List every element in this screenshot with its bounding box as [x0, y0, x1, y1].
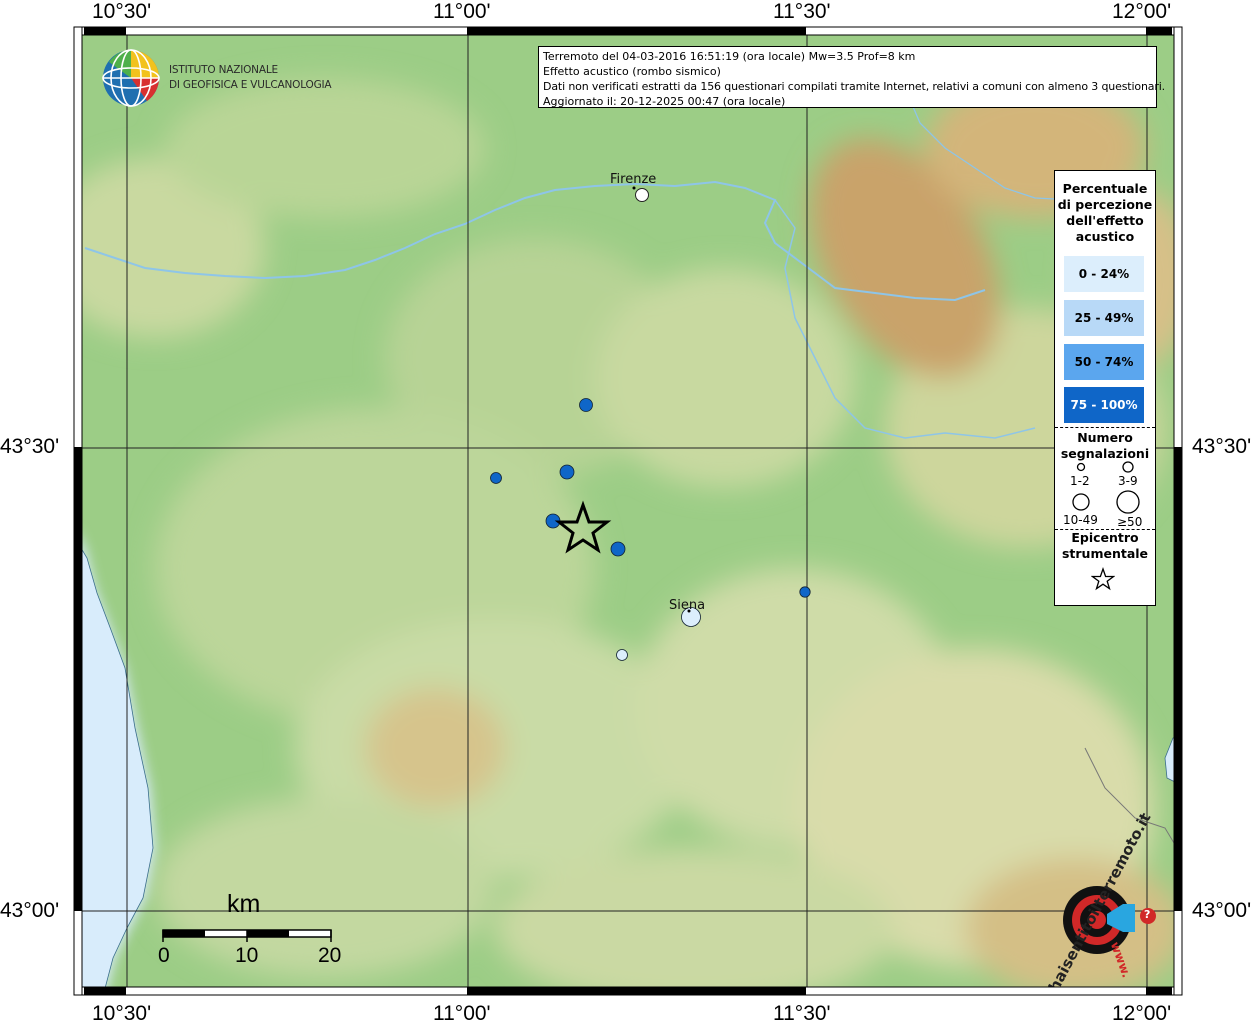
lon-top-1030: 10°30' — [92, 0, 152, 23]
legend-count-1-2: 1-2 — [1070, 474, 1090, 488]
brand-badge[interactable]: haisentitoilterremoto.it www. ? — [1035, 810, 1165, 994]
lon-bottom-1130: 11°30' — [773, 1002, 831, 1025]
lon-top-1200: 12°00' — [1112, 0, 1172, 23]
legend-title-line: acustico — [1075, 229, 1135, 244]
lon-top-1130: 11°30' — [773, 0, 831, 23]
legend-title-line: dell'effetto — [1066, 213, 1144, 228]
event-info-line2: Effetto acustico (rombo sismico) — [543, 65, 721, 78]
scale-title: km — [227, 890, 261, 918]
lon-top-1100: 11°00' — [433, 0, 491, 23]
event-info-box: Terremoto del 04-03-2016 16:51:19 (ora l… — [538, 46, 1165, 108]
lat-right-4300: 43°00' — [1192, 899, 1252, 922]
brand-question-mark: ? — [1144, 908, 1151, 921]
legend-bin-label: 75 - 100% — [1070, 398, 1138, 412]
lat-left-4300: 43°00' — [0, 899, 60, 922]
observation-point[interactable] — [610, 541, 626, 557]
ingv-logo: ISTITUTO NAZIONALE DI GEOFISICA E VULCAN… — [101, 48, 341, 108]
legend-epicenter-title: Epicentro strumentale — [1055, 530, 1155, 562]
map-frame[interactable]: Firenze Siena ISTITUTO NAZIONALE DI GEOF… — [74, 27, 1182, 995]
legend-title: Percentuale di percezione dell'effetto a… — [1055, 181, 1155, 245]
globe-icon — [102, 49, 160, 107]
lat-right-4330: 43°30' — [1192, 435, 1252, 458]
event-info-line1: Terremoto del 04-03-2016 16:51:19 (ora l… — [543, 50, 916, 63]
lon-bottom-1030: 10°30' — [92, 1002, 152, 1025]
observation-point[interactable] — [616, 649, 628, 661]
event-info-line3: Dati non verificati estratti da 156 ques… — [543, 80, 1165, 93]
observation-point[interactable] — [579, 398, 593, 412]
legend-separator — [1055, 427, 1155, 428]
scale-label-10: 10 — [235, 944, 259, 967]
observation-point[interactable] — [559, 464, 575, 480]
legend-star-icon — [1091, 567, 1115, 591]
legend-epicenter-title-line: Epicentro — [1071, 530, 1139, 545]
logo-text-line1: ISTITUTO NAZIONALE — [169, 64, 278, 76]
scale-label-20: 20 — [318, 944, 342, 967]
city-marker-firenze — [635, 188, 649, 202]
observation-point[interactable] — [799, 586, 811, 598]
legend-bin-25-49: 25 - 49% — [1064, 300, 1144, 336]
observation-point[interactable] — [490, 472, 502, 484]
legend-title-line: Percentuale — [1062, 181, 1148, 196]
legend-count-3-9: 3-9 — [1118, 474, 1138, 488]
legend: Percentuale di percezione dell'effetto a… — [1054, 170, 1156, 606]
legend-title-line: di percezione — [1057, 197, 1153, 212]
legend-epicenter-title-line: strumentale — [1061, 546, 1149, 561]
city-label-siena: Siena — [669, 598, 706, 613]
legend-count-50-plus: ≥50 — [1117, 515, 1143, 529]
legend-bin-label: 50 - 74% — [1074, 355, 1134, 369]
epicenter-star[interactable] — [554, 500, 612, 554]
logo-text-line2: DI GEOFISICA E VULCANOLOGIA — [169, 79, 332, 91]
lat-left-4330: 43°30' — [0, 435, 60, 458]
event-info-line4: Aggiornato il: 20-12-2025 00:47 (ora loc… — [543, 95, 786, 108]
legend-count-10-49: 10-49 — [1063, 513, 1098, 527]
legend-bin-label: 0 - 24% — [1078, 267, 1130, 281]
lon-bottom-1100: 11°00' — [433, 1002, 491, 1025]
legend-bin-50-74: 50 - 74% — [1064, 344, 1144, 380]
legend-bin-75-100: 75 - 100% — [1064, 387, 1144, 423]
legend-count-title-line: Numero — [1077, 430, 1133, 445]
city-label-firenze: Firenze — [610, 172, 657, 187]
legend-bin-label: 25 - 49% — [1074, 311, 1134, 325]
lon-bottom-1200: 12°00' — [1112, 1002, 1172, 1025]
scale-bar: km 0 10 20 — [155, 890, 355, 970]
legend-bin-0-24: 0 - 24% — [1064, 256, 1144, 292]
scale-label-0: 0 — [158, 944, 170, 967]
